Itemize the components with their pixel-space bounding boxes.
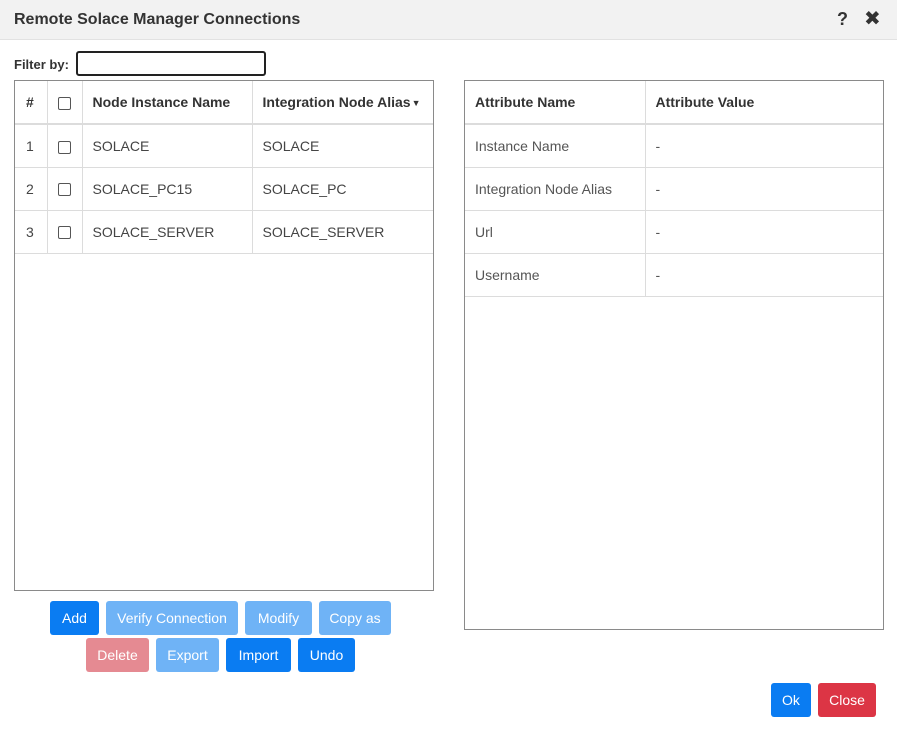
- modify-button[interactable]: Modify: [245, 601, 312, 635]
- connections-table: # Node Instance Name Integration Node Al…: [15, 81, 433, 254]
- attribute-name: Integration Node Alias: [465, 167, 646, 211]
- header-num: #: [15, 81, 48, 125]
- attribute-name: Username: [465, 253, 646, 297]
- attribute-value: -: [645, 253, 883, 297]
- attribute-name: Instance Name: [465, 124, 646, 168]
- table-row[interactable]: 2 SOLACE_PC15 SOLACE_PC: [15, 167, 433, 211]
- import-button[interactable]: Import: [226, 638, 291, 672]
- row-checkbox[interactable]: [57, 140, 71, 154]
- close-button[interactable]: Close: [818, 683, 876, 717]
- add-button[interactable]: Add: [50, 601, 99, 635]
- attribute-value: -: [645, 124, 883, 168]
- delete-button[interactable]: Delete: [86, 638, 149, 672]
- attribute-name: Url: [465, 210, 646, 254]
- ok-button[interactable]: Ok: [771, 683, 811, 717]
- filter-input[interactable]: [76, 51, 266, 76]
- row-num: 3: [15, 210, 48, 254]
- attributes-table-panel: Attribute Name Attribute Value Instance …: [464, 80, 884, 630]
- row-checkbox[interactable]: [57, 226, 71, 240]
- close-icon[interactable]: ✖: [864, 9, 881, 29]
- row-checkbox-cell: [47, 210, 83, 254]
- help-icon[interactable]: ?: [837, 9, 848, 29]
- dialog-titlebar: Remote Solace Manager Connections ? ✖: [0, 0, 897, 40]
- verify-connection-button[interactable]: Verify Connection: [106, 601, 238, 635]
- row-integration-node-alias: SOLACE_SERVER: [252, 210, 433, 254]
- attribute-value: -: [645, 167, 883, 211]
- header-select-all: [47, 81, 83, 125]
- copy-as-button[interactable]: Copy as: [319, 601, 391, 635]
- attribute-value: -: [645, 210, 883, 254]
- row-integration-node-alias: SOLACE: [252, 124, 433, 168]
- select-all-checkbox[interactable]: [57, 96, 71, 110]
- table-row[interactable]: 3 SOLACE_SERVER SOLACE_SERVER: [15, 210, 433, 254]
- row-integration-node-alias: SOLACE_PC: [252, 167, 433, 211]
- attribute-row: Integration Node Alias -: [465, 167, 883, 211]
- row-checkbox[interactable]: [57, 183, 71, 197]
- header-integration-node-alias-label: Integration Node Alias: [262, 94, 411, 110]
- attributes-table: Attribute Name Attribute Value Instance …: [465, 81, 883, 297]
- attributes-header-row: Attribute Name Attribute Value: [465, 81, 883, 125]
- header-attribute-value: Attribute Value: [645, 81, 883, 125]
- row-num: 2: [15, 167, 48, 211]
- filter-label: Filter by:: [14, 57, 69, 72]
- row-checkbox-cell: [47, 124, 83, 168]
- row-node-instance-name: SOLACE_PC15: [82, 167, 253, 211]
- header-attribute-name: Attribute Name: [465, 81, 646, 125]
- attribute-row: Url -: [465, 210, 883, 254]
- attribute-row: Username -: [465, 253, 883, 297]
- sort-desc-icon: ▼: [411, 98, 421, 109]
- dialog-title: Remote Solace Manager Connections: [14, 11, 301, 28]
- row-checkbox-cell: [47, 167, 83, 211]
- export-button[interactable]: Export: [156, 638, 219, 672]
- row-node-instance-name: SOLACE_SERVER: [82, 210, 253, 254]
- row-node-instance-name: SOLACE: [82, 124, 253, 168]
- connections-table-panel: # Node Instance Name Integration Node Al…: [14, 80, 434, 591]
- row-num: 1: [15, 124, 48, 168]
- attribute-row: Instance Name -: [465, 124, 883, 168]
- table-row[interactable]: 1 SOLACE SOLACE: [15, 124, 433, 168]
- connections-header-row: # Node Instance Name Integration Node Al…: [15, 81, 433, 125]
- undo-button[interactable]: Undo: [298, 638, 355, 672]
- header-node-instance-name[interactable]: Node Instance Name: [82, 81, 253, 125]
- header-integration-node-alias[interactable]: Integration Node Alias▼: [252, 81, 433, 125]
